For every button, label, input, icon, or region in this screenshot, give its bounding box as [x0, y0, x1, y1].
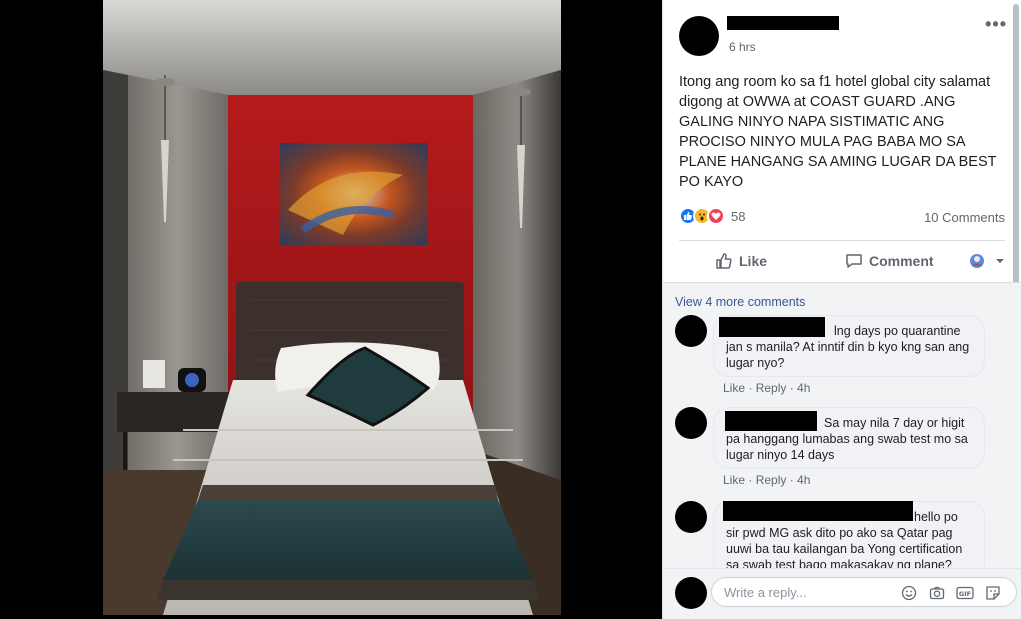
- view-more-comments-link[interactable]: View 4 more comments: [675, 295, 805, 309]
- reply-box[interactable]: GIF: [711, 577, 1017, 607]
- reply-composer: GIF: [663, 568, 1021, 619]
- thumbs-up-icon: [716, 253, 732, 269]
- chevron-down-icon: [996, 259, 1004, 263]
- post-side-panel: 6 hrs ••• Itong ang room ko sa f1 hotel …: [662, 0, 1021, 619]
- emoji-icon[interactable]: [900, 584, 918, 602]
- comment-time[interactable]: 4h: [797, 473, 810, 487]
- like-button-label: Like: [739, 253, 768, 269]
- commenter-name-redacted[interactable]: [723, 501, 913, 521]
- like-button[interactable]: Like: [715, 252, 767, 270]
- hotel-room-photo[interactable]: [103, 0, 561, 615]
- comment-button[interactable]: Comment: [845, 252, 934, 270]
- svg-text:GIF: GIF: [959, 590, 971, 598]
- photo-viewer: [0, 0, 662, 619]
- comment-time[interactable]: 4h: [797, 381, 810, 395]
- commenter-name-redacted[interactable]: [725, 411, 817, 431]
- comment-reply-link[interactable]: Reply: [756, 381, 787, 395]
- commenter-avatar[interactable]: [675, 315, 707, 347]
- author-avatar[interactable]: [679, 16, 719, 56]
- author-name-redacted[interactable]: [727, 16, 839, 30]
- sticker-icon[interactable]: [984, 584, 1002, 602]
- post-timestamp[interactable]: 6 hrs: [729, 40, 756, 54]
- love-reaction-icon: [707, 207, 725, 225]
- globe-avatar-icon: [970, 254, 984, 268]
- comment-button-label: Comment: [869, 253, 934, 269]
- reaction-count: 58: [731, 208, 746, 224]
- commenter-avatar[interactable]: [675, 501, 707, 533]
- reply-input[interactable]: [724, 578, 894, 606]
- comment-count[interactable]: 10 Comments: [924, 210, 1005, 225]
- comment-reply-link[interactable]: Reply: [756, 473, 787, 487]
- audience-selector[interactable]: [969, 253, 1005, 269]
- commenter-name-redacted[interactable]: [719, 317, 825, 337]
- current-user-avatar[interactable]: [675, 577, 707, 609]
- gif-icon[interactable]: GIF: [956, 584, 974, 602]
- more-options-icon[interactable]: •••: [985, 14, 1007, 35]
- camera-icon[interactable]: [928, 584, 946, 602]
- comment-meta: Like · Reply · 4h: [723, 473, 811, 487]
- commenter-avatar[interactable]: [675, 407, 707, 439]
- speech-bubble-icon: [846, 254, 862, 268]
- comment-meta: Like · Reply · 4h: [723, 381, 811, 395]
- post-actions-bar: Like Comment: [679, 246, 1005, 276]
- comment-like-link[interactable]: Like: [723, 473, 745, 487]
- comments-section: View 4 more comments lng days po quarant…: [663, 283, 1021, 568]
- reactions-summary[interactable]: 58: [679, 207, 745, 225]
- post-text: Itong ang room ko sa f1 hotel global cit…: [679, 74, 997, 190]
- divider: [679, 240, 1005, 241]
- comment-like-link[interactable]: Like: [723, 381, 745, 395]
